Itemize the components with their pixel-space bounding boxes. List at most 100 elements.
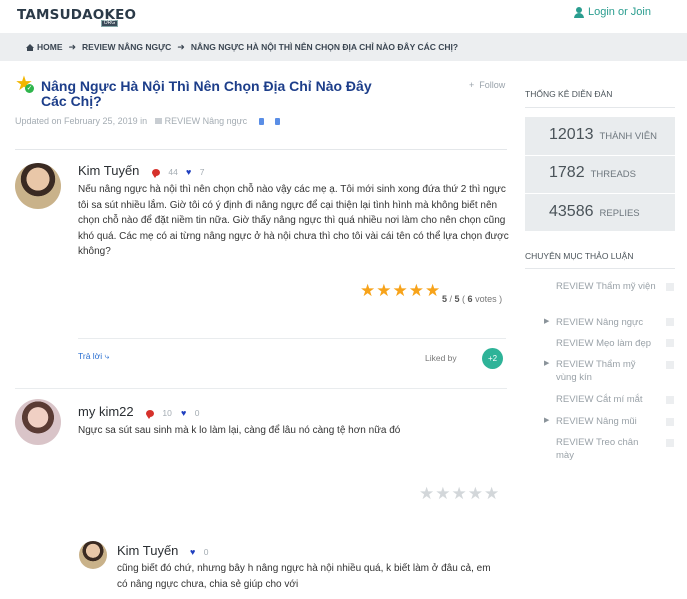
avatar[interactable] <box>79 541 107 569</box>
reply-button[interactable]: Trả lời ⤷ <box>78 351 109 362</box>
forum-stats: 12013 THÀNH VIÊN 1782 THREADS 43586 REPL… <box>525 117 675 231</box>
category-marker <box>666 396 674 404</box>
stat-value: 1782 <box>549 164 585 181</box>
folder-icon <box>154 118 162 124</box>
reply-arrow-icon: ⤷ <box>104 351 110 361</box>
divider <box>15 149 507 150</box>
breadcrumb-current: NÂNG NGỰC HÀ NỘI THÌ NÊN CHỌN ĐỊA CHỈ NÀ… <box>190 42 459 52</box>
like-count-value: 0 <box>203 547 209 557</box>
rating-stars[interactable]: ★ ★ ★ ★ ★ <box>360 282 440 299</box>
star-icon[interactable]: ★ <box>393 282 408 299</box>
breadcrumb-category[interactable]: REVIEW NÂNG NGỰC <box>82 42 171 52</box>
logo-sub-badge: ORG <box>101 20 118 27</box>
star-icon[interactable]: ★ <box>409 282 424 299</box>
liked-by-label: Liked by <box>425 353 457 363</box>
stat-members: 12013 THÀNH VIÊN <box>549 126 657 144</box>
like-count: ♥ 0 <box>181 408 199 418</box>
divider <box>15 388 507 389</box>
updated-date: Updated on February 25, 2019 in <box>15 116 148 126</box>
trash-icon[interactable] <box>275 118 281 125</box>
star-icon[interactable]: ★ <box>419 485 434 502</box>
caret-right-icon[interactable]: ▶ <box>544 317 549 325</box>
caret-right-icon[interactable]: ▶ <box>544 359 549 367</box>
login-label: Login or Join <box>588 6 651 18</box>
home-icon <box>26 43 34 51</box>
sidebar-item-cat-mi-mat[interactable]: REVIEW Cắt mí mắt <box>556 393 656 406</box>
sidebar-item-nang-nguc[interactable]: REVIEW Nâng ngực <box>556 316 656 329</box>
stats-heading: THỐNG KÊ DIỄN ĐÀN <box>525 89 613 99</box>
breadcrumb-home[interactable]: HOME <box>37 42 63 52</box>
arrow-right-icon: ➜ <box>177 41 185 52</box>
category-marker <box>666 339 674 347</box>
stat-replies: 43586 REPLIES <box>549 203 640 221</box>
avatar[interactable] <box>15 163 61 209</box>
categories-heading: CHUYÊN MỤC THẢO LUẬN <box>525 251 634 261</box>
lock-icon <box>258 118 264 125</box>
sidebar-item-vung-kin[interactable]: REVIEW Thẩm mỹ vùng kín <box>556 358 656 384</box>
reply-author[interactable]: Kim Tuyến <box>117 543 178 558</box>
divider <box>525 107 675 108</box>
star-icon[interactable]: ★ <box>468 485 483 502</box>
thread-meta: Updated on February 25, 2019 in REVIEW N… <box>15 116 281 126</box>
post-author[interactable]: Kim Tuyến <box>78 163 139 178</box>
avatar[interactable] <box>15 399 61 445</box>
heart-icon: ♥ <box>190 546 196 557</box>
page-title: Nâng Ngực Hà Nội Thì Nên Chọn Địa Chỉ Nà… <box>41 78 372 109</box>
vote-count: 6 <box>467 294 473 304</box>
rating-stars[interactable]: ★ ★ ★ ★ ★ <box>419 485 499 502</box>
liked-count-badge[interactable]: +2 <box>482 348 503 369</box>
comment-count-value: 44 <box>168 167 178 177</box>
rating-summary: 5 / 5 ( 6 votes ) <box>442 294 503 304</box>
stat-label: REPLIES <box>599 208 640 219</box>
reply-label: Trả lời <box>78 351 103 361</box>
like-count: ♥ 0 <box>190 547 208 557</box>
reply-body: cũng biết đó chứ, nhưng bây h nâng ngực … <box>117 563 491 590</box>
like-count: ♥ 7 <box>186 167 204 177</box>
category-marker <box>666 318 674 326</box>
star-icon[interactable]: ★ <box>360 282 375 299</box>
site-logo[interactable]: TAMSUDAOKEO <box>17 7 136 23</box>
comment-count: 10 <box>146 408 172 419</box>
follow-label: Follow <box>479 80 506 90</box>
heart-icon: ♥ <box>181 407 187 418</box>
rating-max: 5 <box>454 294 460 304</box>
sidebar-item-nang-mui[interactable]: REVIEW Nâng mũi <box>556 415 656 428</box>
star-icon[interactable]: ★ <box>435 485 450 502</box>
category-marker <box>666 418 674 426</box>
caret-right-icon[interactable]: ▶ <box>544 416 549 424</box>
sidebar-item-meo-lam-dep[interactable]: REVIEW Mẹo làm đẹp <box>556 337 656 350</box>
like-count-value: 7 <box>199 167 205 177</box>
login-link[interactable]: Login or Join <box>574 6 651 18</box>
post-author[interactable]: my kim22 <box>78 404 134 419</box>
star-icon[interactable]: ★ <box>376 282 391 299</box>
arrow-right-icon: ➜ <box>68 41 77 52</box>
comment-count: 44 <box>152 167 178 178</box>
category-marker <box>666 283 674 291</box>
comment-count-value: 10 <box>162 408 172 418</box>
check-icon: ✓ <box>25 84 34 93</box>
star-icon[interactable]: ★ <box>484 485 499 502</box>
divider <box>525 268 675 269</box>
divider <box>78 338 506 339</box>
heart-icon: ♥ <box>186 166 192 177</box>
votes-label: votes <box>475 294 497 304</box>
divider <box>525 155 675 156</box>
star-icon: ★ ✓ <box>15 73 34 95</box>
star-icon[interactable]: ★ <box>425 282 440 299</box>
stat-label: THÀNH VIÊN <box>599 131 658 142</box>
sidebar-item-treo-chan-may[interactable]: REVIEW Treo chân mày <box>556 436 656 462</box>
meta-category-link[interactable]: REVIEW Nâng ngực <box>165 116 248 126</box>
post-body: Ngực sa sút sau sinh mà k lo làm lại, cà… <box>78 425 401 436</box>
top-bar: TAMSUDAOKEO ORG Login or Join <box>0 0 687 33</box>
stat-label: THREADS <box>590 169 636 180</box>
star-icon[interactable]: ★ <box>452 485 467 502</box>
sidebar-item-tham-my-vien[interactable]: REVIEW Thẩm mỹ viện <box>556 280 656 293</box>
user-icon <box>574 6 584 18</box>
divider <box>525 193 675 194</box>
post-body: Nếu nâng ngực hà nội thì nên chọn chỗ nà… <box>78 184 509 257</box>
follow-button[interactable]: + Follow <box>469 80 505 90</box>
breadcrumb: HOME ➜ REVIEW NÂNG NGỰC ➜ NÂNG NGỰC HÀ N… <box>0 33 687 61</box>
plus-icon: + <box>469 80 475 90</box>
stat-value: 43586 <box>549 203 594 220</box>
stat-value: 12013 <box>549 126 594 143</box>
